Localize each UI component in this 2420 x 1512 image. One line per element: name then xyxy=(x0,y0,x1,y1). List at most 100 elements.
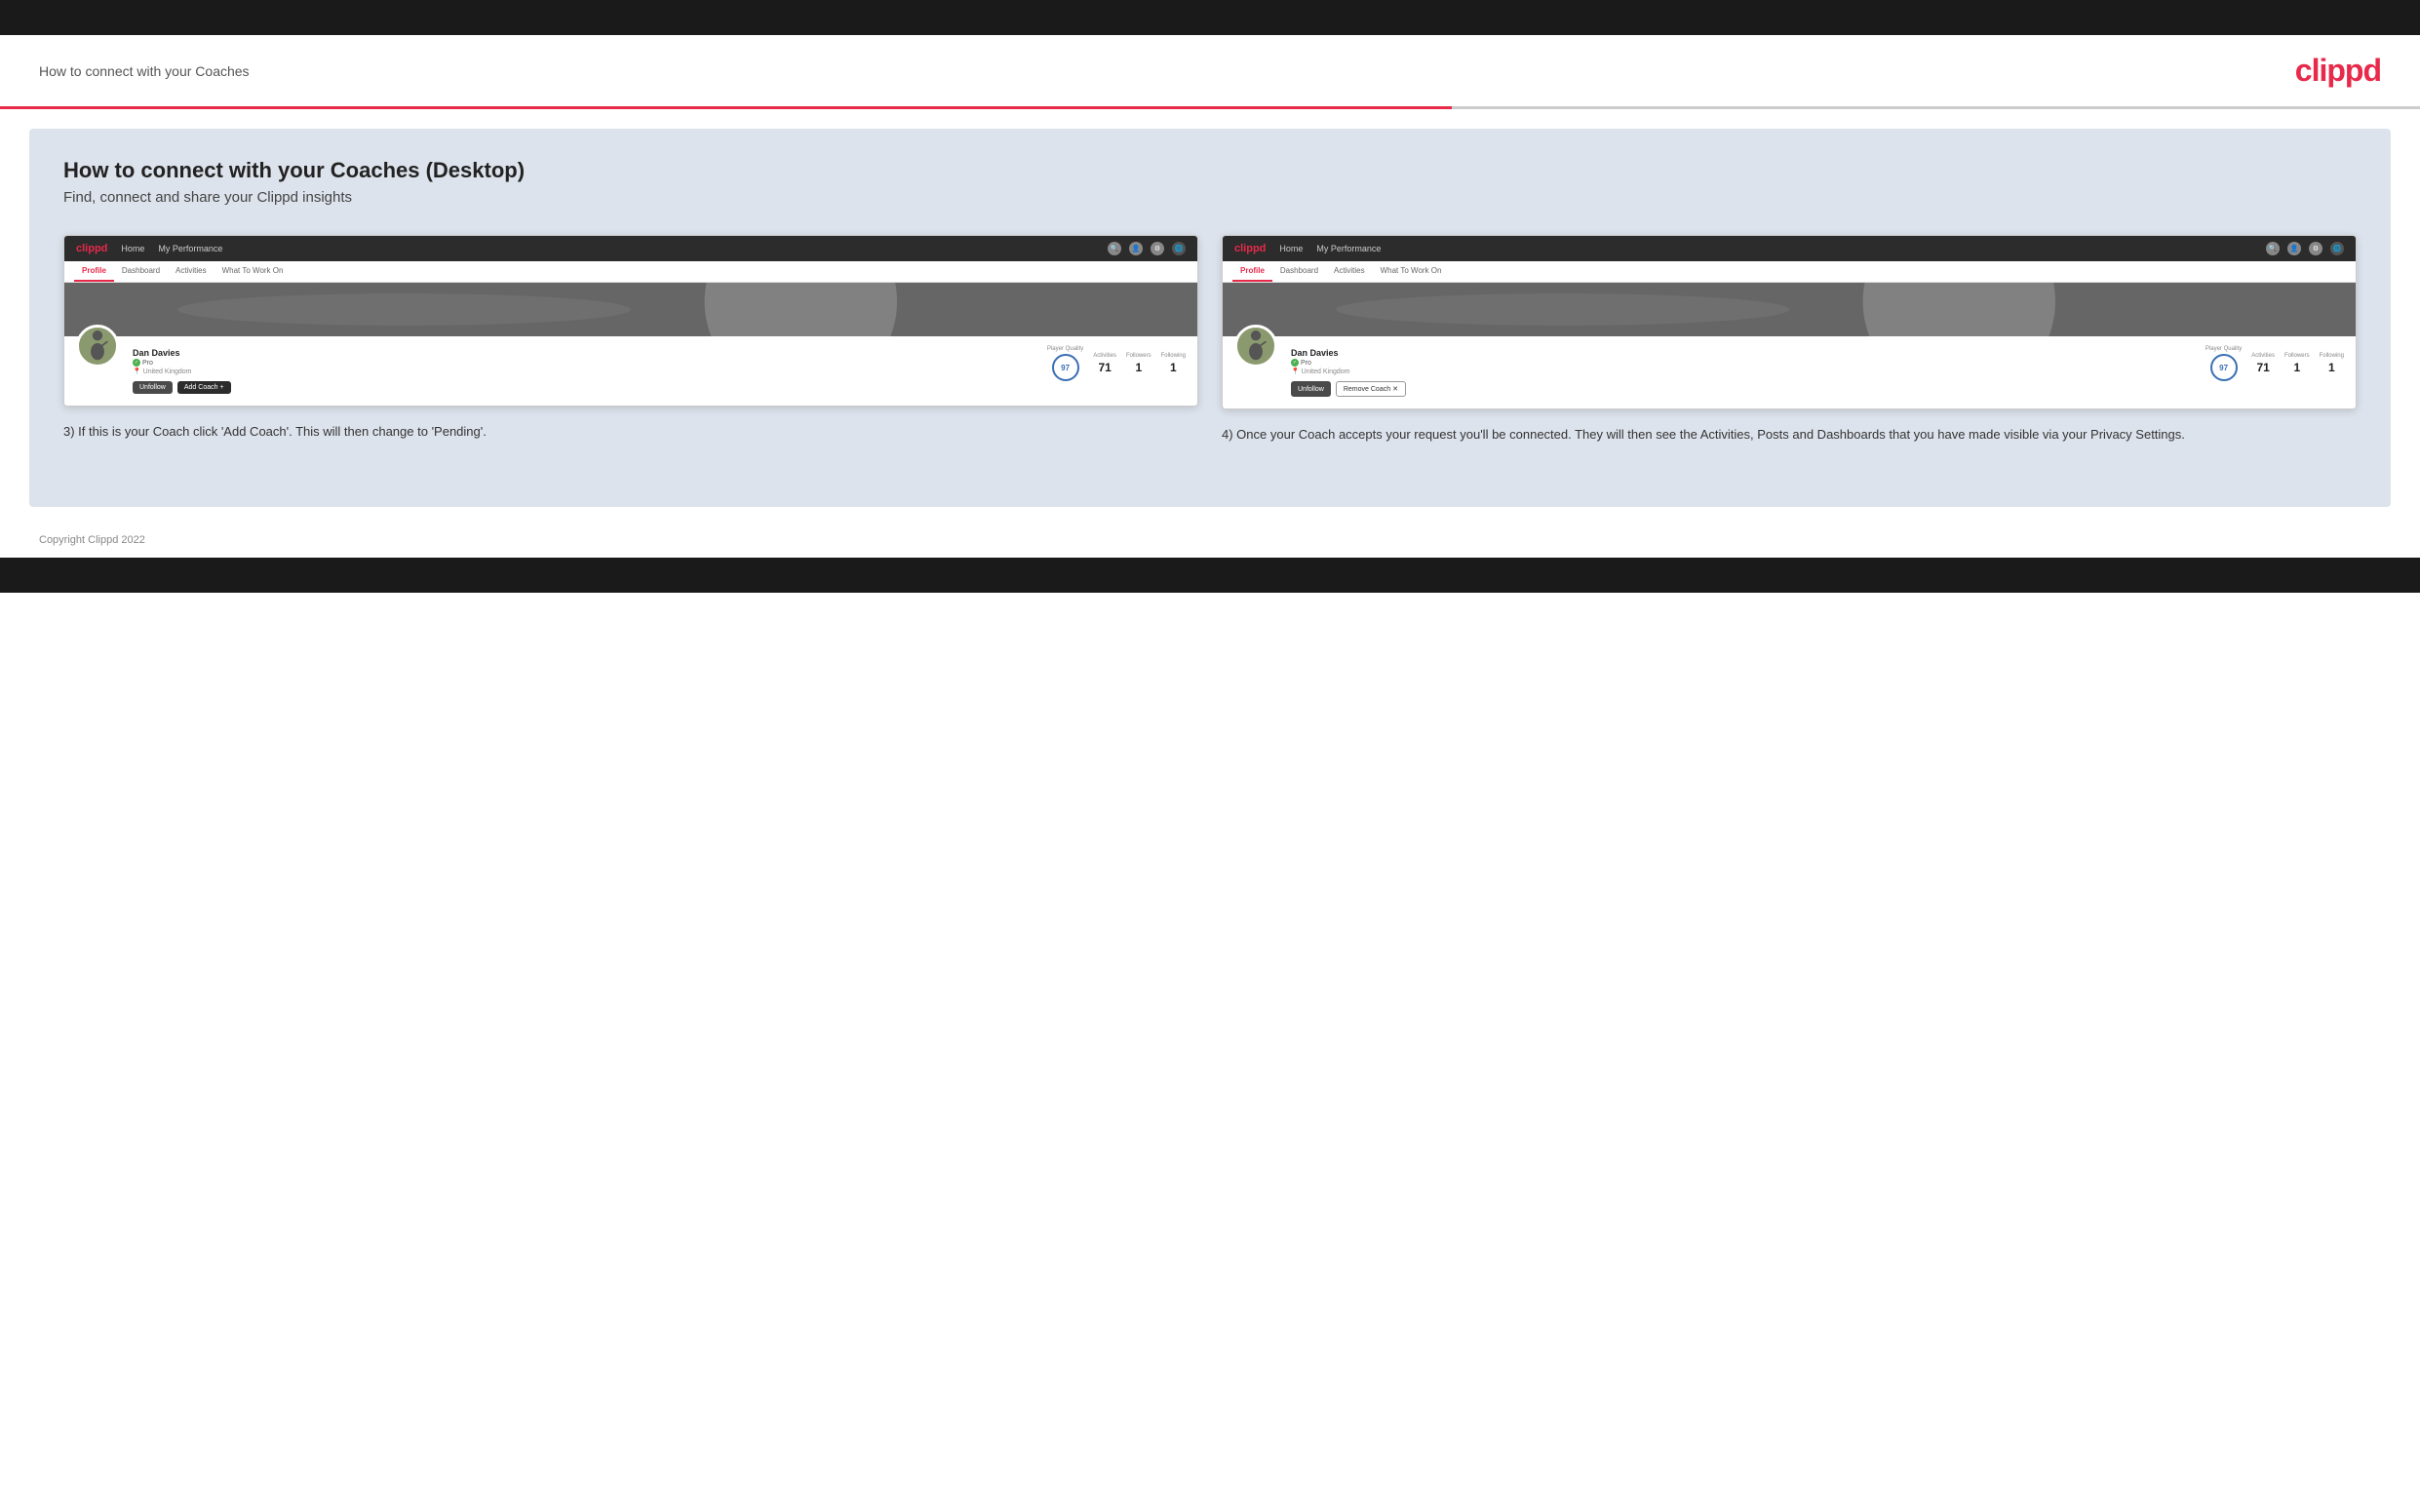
mock-activities-value-1: 71 xyxy=(1098,361,1111,374)
mock-followers-value-1: 1 xyxy=(1135,361,1142,374)
mock-stats-2: Player Quality 97 Activities 71 Follower… xyxy=(2205,344,2344,381)
mock-profile-section-1: Dan Davies ✓ Pro 📍 United Kingdom Unfoll… xyxy=(64,336,1197,406)
screenshot-mockup-1: clippd Home My Performance 🔍 👤 ⚙ 🌐 Profi… xyxy=(63,235,1198,407)
mock-stat-activities-2: Activities 71 xyxy=(2251,353,2275,374)
mock-avatar-wrap-1 xyxy=(76,325,119,368)
mock-user-icon-1: 👤 xyxy=(1129,242,1143,255)
mock-stat-pq-2: Player Quality 97 xyxy=(2205,346,2242,381)
mock-location-1: 📍 United Kingdom xyxy=(133,368,1047,375)
mock-pq-circle-1: 97 xyxy=(1052,354,1079,381)
mock-followers-label-2: Followers xyxy=(2284,353,2310,359)
mock-action-buttons-2: Unfollow Remove Coach ✕ xyxy=(1291,381,2205,397)
mock-action-buttons-1: Unfollow Add Coach + xyxy=(133,381,1047,394)
mock-activities-label-2: Activities xyxy=(2251,353,2275,359)
mock-player-name-2: Dan Davies xyxy=(1291,348,2205,358)
mock-nav-performance-2: My Performance xyxy=(1316,244,1381,253)
mock-tab-profile-1[interactable]: Profile xyxy=(74,261,114,282)
mock-stat-following-2: Following 1 xyxy=(2320,353,2344,374)
mock-activities-value-2: 71 xyxy=(2256,361,2269,374)
mock-pq-circle-2: 97 xyxy=(2210,354,2238,381)
mock-logo-1: clippd xyxy=(76,243,107,254)
mock-profile-right-1: Dan Davies ✓ Pro 📍 United Kingdom Unfoll… xyxy=(133,344,1186,394)
mock-tab-workOn-1[interactable]: What To Work On xyxy=(215,261,292,282)
mock-followers-label-1: Followers xyxy=(1126,353,1151,359)
mock-nav-icons-2: 🔍 👤 ⚙ 🌐 xyxy=(2266,242,2344,255)
mock-user-icon-2: 👤 xyxy=(2287,242,2301,255)
mock-settings-icon-1: ⚙ xyxy=(1151,242,1164,255)
mock-stat-followers-2: Followers 1 xyxy=(2284,353,2310,374)
mock-settings-icon-2: ⚙ xyxy=(2309,242,2322,255)
golfer-icon-2 xyxy=(1237,325,1274,365)
screenshot-description-1: 3) If this is your Coach click 'Add Coac… xyxy=(63,422,1198,442)
mock-stat-activities-1: Activities 71 xyxy=(1093,353,1116,374)
mock-activities-label-1: Activities xyxy=(1093,353,1116,359)
mock-profile-right-2: Dan Davies ✓ Pro 📍 United Kingdom Unfoll… xyxy=(1291,344,2344,397)
mock-tabs-2: Profile Dashboard Activities What To Wor… xyxy=(1223,261,2356,283)
mock-following-label-1: Following xyxy=(1161,353,1186,359)
mock-tab-activities-1[interactable]: Activities xyxy=(168,261,215,282)
mock-addcoach-button-1[interactable]: Add Coach + xyxy=(177,381,231,394)
mock-avatar-icon-1: 🌐 xyxy=(1172,242,1186,255)
screenshots-row: clippd Home My Performance 🔍 👤 ⚙ 🌐 Profi… xyxy=(63,235,2357,445)
screenshot-description-2: 4) Once your Coach accepts your request … xyxy=(1222,425,2357,445)
header-title: How to connect with your Coaches xyxy=(39,63,250,79)
clippd-logo: clippd xyxy=(2295,53,2381,89)
mock-hero-1 xyxy=(64,283,1197,336)
copyright-text: Copyright Clippd 2022 xyxy=(39,534,145,546)
mock-tab-activities-2[interactable]: Activities xyxy=(1326,261,1373,282)
mock-stats-1: Player Quality 97 Activities 71 Follower… xyxy=(1047,344,1186,381)
mock-player-badge-2: ✓ Pro xyxy=(1291,359,2205,367)
mock-following-label-2: Following xyxy=(2320,353,2344,359)
screenshot-col-1: clippd Home My Performance 🔍 👤 ⚙ 🌐 Profi… xyxy=(63,235,1198,445)
mock-profile-info-2: Dan Davies ✓ Pro 📍 United Kingdom Unfoll… xyxy=(1291,344,2205,397)
mock-navbar-1: clippd Home My Performance 🔍 👤 ⚙ 🌐 xyxy=(64,236,1197,261)
mock-avatar-1 xyxy=(76,325,119,368)
mock-location-2: 📍 United Kingdom xyxy=(1291,368,2205,375)
mock-nav-performance-1: My Performance xyxy=(158,244,222,253)
mock-stat-following-1: Following 1 xyxy=(1161,353,1186,374)
mock-following-value-1: 1 xyxy=(1170,361,1177,374)
mock-pq-label-1: Player Quality xyxy=(1047,346,1083,352)
close-icon-2: ✕ xyxy=(1392,385,1398,393)
mock-hero-2 xyxy=(1223,283,2356,336)
main-content: How to connect with your Coaches (Deskto… xyxy=(29,129,2391,507)
golfer-icon-1 xyxy=(79,325,116,365)
mock-tab-workOn-2[interactable]: What To Work On xyxy=(1373,261,1450,282)
mock-check-icon-2: ✓ xyxy=(1291,359,1299,367)
mock-search-icon-1: 🔍 xyxy=(1108,242,1121,255)
mock-check-icon-1: ✓ xyxy=(133,359,140,367)
mock-tab-dashboard-1[interactable]: Dashboard xyxy=(114,261,168,282)
top-bar xyxy=(0,0,2420,35)
mock-nav-icons-1: 🔍 👤 ⚙ 🌐 xyxy=(1108,242,1186,255)
bottom-bar xyxy=(0,558,2420,593)
header: How to connect with your Coaches clippd xyxy=(0,35,2420,106)
mock-tab-dashboard-2[interactable]: Dashboard xyxy=(1272,261,1326,282)
mock-nav-home-1: Home xyxy=(121,244,144,253)
mock-nav-home-2: Home xyxy=(1279,244,1303,253)
mock-navbar-2: clippd Home My Performance 🔍 👤 ⚙ 🌐 xyxy=(1223,236,2356,261)
header-divider xyxy=(0,106,2420,109)
mock-tabs-1: Profile Dashboard Activities What To Wor… xyxy=(64,261,1197,283)
mock-avatar-2 xyxy=(1234,325,1277,368)
mock-followers-value-2: 1 xyxy=(2293,361,2300,374)
mock-avatar-icon-2: 🌐 xyxy=(2330,242,2344,255)
mock-unfollow-button-1[interactable]: Unfollow xyxy=(133,381,173,394)
mock-badge-label-1: Pro xyxy=(142,360,153,367)
mock-hero-overlay-1 xyxy=(64,283,1197,336)
mock-search-icon-2: 🔍 xyxy=(2266,242,2280,255)
mock-hero-overlay-2 xyxy=(1223,283,2356,336)
mock-following-value-2: 1 xyxy=(2328,361,2335,374)
mock-unfollow-button-2[interactable]: Unfollow xyxy=(1291,381,1331,397)
mock-profile-info-1: Dan Davies ✓ Pro 📍 United Kingdom Unfoll… xyxy=(133,344,1047,394)
mock-avatar-wrap-2 xyxy=(1234,325,1277,368)
plus-icon-1: + xyxy=(220,384,224,391)
mock-profile-section-2: Dan Davies ✓ Pro 📍 United Kingdom Unfoll… xyxy=(1223,336,2356,408)
mock-player-badge-1: ✓ Pro xyxy=(133,359,1047,367)
mock-removecoach-button-2[interactable]: Remove Coach ✕ xyxy=(1336,381,1406,397)
mock-logo-2: clippd xyxy=(1234,243,1266,254)
page-subheading: Find, connect and share your Clippd insi… xyxy=(63,189,2357,206)
mock-tab-profile-2[interactable]: Profile xyxy=(1232,261,1272,282)
mock-badge-label-2: Pro xyxy=(1301,360,1311,367)
screenshot-mockup-2: clippd Home My Performance 🔍 👤 ⚙ 🌐 Profi… xyxy=(1222,235,2357,409)
mock-player-name-1: Dan Davies xyxy=(133,348,1047,358)
